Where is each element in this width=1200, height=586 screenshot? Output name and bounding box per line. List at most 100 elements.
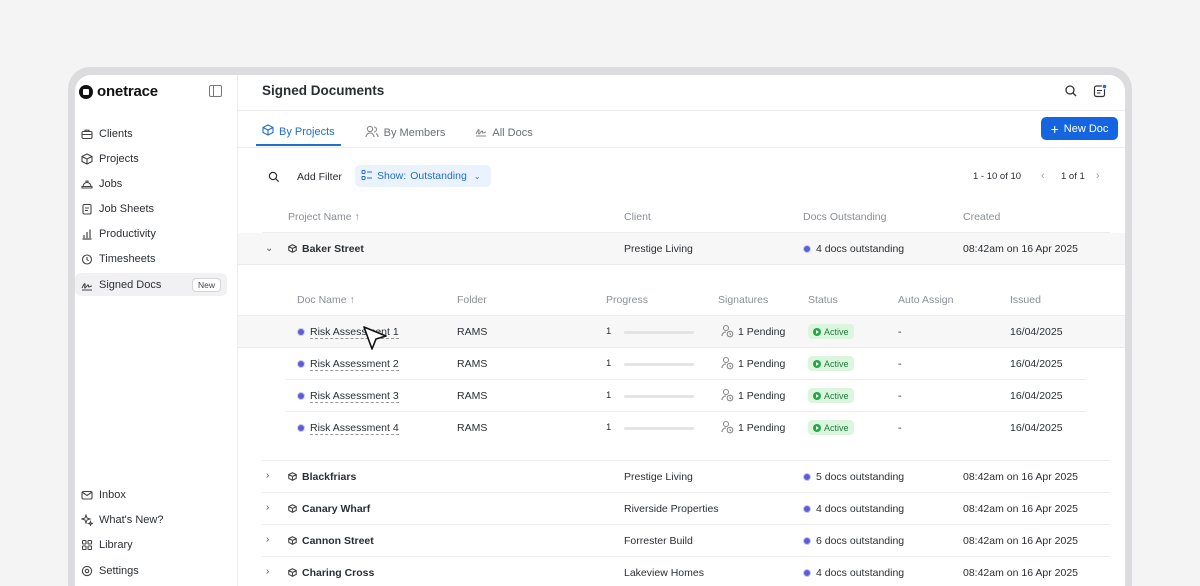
column-doc-name[interactable]: Doc Name ↑ [297,294,355,306]
logo[interactable]: onetrace [79,83,158,100]
tab-by-projects[interactable]: By Projects [256,119,341,146]
project-name: Cannon Street [288,535,374,547]
members-icon [365,125,379,141]
created-date: 08:42am on 16 Apr 2025 [963,503,1079,515]
tab-all-docs[interactable]: All Docs [469,119,538,146]
status-badge: Active [808,388,854,403]
column-created[interactable]: Created [963,211,1000,223]
sidebar-item-library[interactable]: Library [75,533,227,556]
table-row[interactable]: › Canary Wharf Riverside Properties 4 do… [238,493,1125,524]
prev-page-icon[interactable]: ‹ [1041,170,1045,182]
chevron-right-icon[interactable]: › [266,470,269,481]
doc-progress-count: 1 [606,326,612,337]
sidebar-item-label: Signed Docs [99,278,162,291]
column-folder[interactable]: Folder [457,294,487,306]
show-filter-dropdown[interactable]: Show: Outstanding ⌄ [355,165,491,187]
doc-row[interactable]: Risk Assessment 4 RAMS 1 1 Pending Activ… [238,412,1125,443]
docs-outstanding-text: 4 docs outstanding [816,503,905,515]
gear-icon [81,565,93,577]
doc-name[interactable]: Risk Assessment 4 [297,422,399,435]
doc-progress-count: 1 [606,422,612,433]
mouse-cursor-icon [362,325,388,351]
doc-progress-bar [624,331,694,334]
chevron-right-icon[interactable]: › [266,566,269,577]
column-docs-outstanding[interactable]: Docs Outstanding [803,211,886,223]
column-client[interactable]: Client [624,211,651,223]
sidebar-item-settings[interactable]: Settings [75,559,227,582]
column-progress[interactable]: Progress [606,294,648,306]
doc-name[interactable]: Risk Assessment 3 [297,390,399,403]
play-icon [813,423,821,432]
cube-icon [81,152,93,165]
tab-label: All Docs [492,126,533,139]
sidebar-item-job-sheets[interactable]: Job Sheets [75,197,227,220]
sidebar-item-label: Projects [99,152,139,165]
tab-label: By Projects [279,125,335,138]
sidebar-item-jobs[interactable]: Jobs [75,172,227,195]
cube-icon [288,568,297,577]
search-icon[interactable] [1064,84,1078,98]
chevron-down-icon[interactable]: ⌄ [265,243,273,254]
doc-row[interactable]: Risk Assessment 3 RAMS 1 1 Pending Activ… [238,380,1125,411]
sidebar-item-signed-docs[interactable]: Signed Docs New [75,273,227,296]
play-icon [813,391,821,400]
status-badge: Active [808,356,854,371]
tab-by-members[interactable]: By Members [359,119,452,146]
column-project-name[interactable]: Project Name ↑ [288,211,360,223]
doc-status-icon [297,360,305,368]
filter-bar: Add Filter Show: Outstanding ⌄ 1 - 10 of… [238,165,1125,187]
chevron-right-icon[interactable]: › [266,502,269,513]
doc-row[interactable]: Risk Assessment 2 RAMS 1 1 Pending Activ… [238,348,1125,379]
signature-pending-icon [720,388,734,405]
table-row[interactable]: › Charing Cross Lakeview Homes 4 docs ou… [238,557,1125,586]
sidebar-item-label: Timesheets [99,252,156,265]
sidebar-item-productivity[interactable]: Productivity [75,222,227,245]
column-signatures[interactable]: Signatures [718,294,768,306]
column-auto-assign[interactable]: Auto Assign [898,294,953,306]
status-text: Active [824,422,849,433]
tabs-divider [238,147,1125,148]
cube-icon [262,124,274,139]
cube-icon [288,504,297,513]
outstanding-status-icon [803,245,811,253]
sidebar-item-projects[interactable]: Projects [75,147,227,170]
table-row[interactable]: › Blackfriars Prestige Living 5 docs out… [238,461,1125,492]
header-divider [238,110,1125,111]
sidebar-item-label: Settings [99,564,139,577]
sidebar-item-clients[interactable]: Clients [75,122,227,145]
search-icon[interactable] [268,170,280,183]
docs-outstanding: 4 docs outstanding [803,243,904,255]
doc-signatures: 1 Pending [720,388,785,405]
sidebar-item-label: Productivity [99,227,156,240]
sidebar-item-label: Inbox [99,488,126,501]
docs-outstanding: 6 docs outstanding [803,535,904,547]
column-status[interactable]: Status [808,294,838,306]
doc-name-text: Risk Assessment 3 [310,390,399,403]
doc-signatures: 1 Pending [720,324,785,341]
column-issued[interactable]: Issued [1010,294,1041,306]
sidebar-item-timesheets[interactable]: Timesheets [75,247,227,270]
new-doc-label: New Doc [1063,122,1109,135]
sidebar-item-label: Clients [99,127,133,140]
doc-progress-bar [624,427,694,430]
project-name: Baker Street [288,243,364,255]
table-row-expanded[interactable]: ⌄ Baker Street Prestige Living 4 docs ou… [238,233,1125,264]
doc-issued: 16/04/2025 [1010,358,1063,370]
sidebar-item-whats-new[interactable]: What's New? [75,508,227,531]
docs-outstanding: 4 docs outstanding [803,567,904,579]
doc-name[interactable]: Risk Assessment 2 [297,358,399,371]
new-doc-button[interactable]: + New Doc [1041,117,1118,140]
notifications-icon[interactable] [1093,83,1108,98]
sidebar-toggle-icon[interactable] [209,85,222,97]
chevron-right-icon[interactable]: › [266,534,269,545]
row-divider [238,264,1125,265]
add-filter-button[interactable]: Add Filter [297,171,342,183]
sparkle-icon [81,513,93,526]
signatures-text: 1 Pending [738,422,786,434]
status-text: Active [824,358,849,369]
cube-icon [288,536,297,545]
table-row[interactable]: › Cannon Street Forrester Build 6 docs o… [238,525,1125,556]
logo-text: onetrace [97,83,158,100]
next-page-icon[interactable]: › [1096,170,1100,182]
sidebar-item-inbox[interactable]: Inbox [75,483,227,506]
